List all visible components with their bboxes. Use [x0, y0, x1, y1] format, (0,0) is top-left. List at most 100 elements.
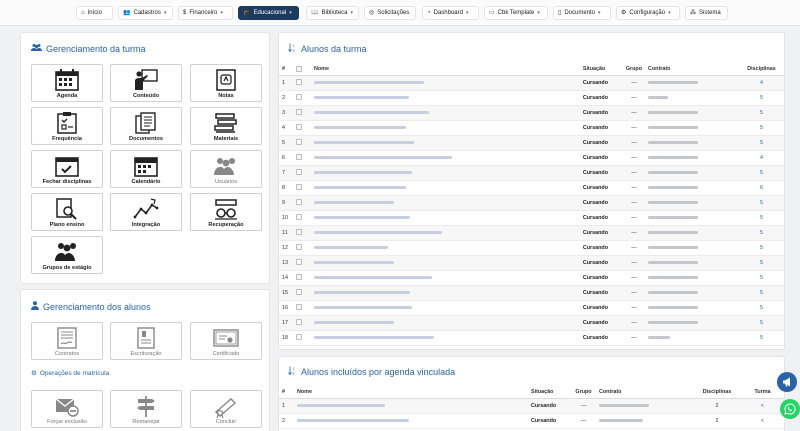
- row-checkbox[interactable]: [295, 289, 302, 296]
- table-row[interactable]: 5 Cursando — 5: [279, 135, 784, 151]
- nav-configura-o[interactable]: ⚙ Configuração ▾: [616, 6, 680, 20]
- student-name-cell[interactable]: [310, 75, 580, 91]
- student-name-cell[interactable]: [310, 270, 580, 286]
- nav-financeiro[interactable]: $ Financeiro ▾: [178, 6, 233, 20]
- table-row[interactable]: 11 Cursando — 5: [279, 225, 784, 241]
- row-checkbox[interactable]: [295, 244, 302, 251]
- tile-notas[interactable]: Notas: [190, 64, 262, 102]
- nav-documento[interactable]: ▯ Documento ▾: [553, 6, 611, 20]
- row-checkbox[interactable]: [295, 79, 302, 86]
- nav-dashboard[interactable]: ◔ Dashboard ▾: [422, 6, 479, 20]
- disciplines-link[interactable]: 5: [738, 300, 784, 316]
- nav-solicita-es[interactable]: ◎ Solicitações: [364, 6, 416, 20]
- table-row[interactable]: 18 Cursando — 5: [279, 330, 784, 346]
- student-name-cell[interactable]: [310, 225, 580, 241]
- student-name-cell[interactable]: [310, 135, 580, 151]
- tile-concluir[interactable]: Concluir: [190, 390, 262, 428]
- row-checkbox[interactable]: [295, 139, 302, 146]
- table-row[interactable]: 13 Cursando — 5: [279, 255, 784, 271]
- student-name-cell[interactable]: [310, 315, 580, 331]
- tile-plano-ensino[interactable]: Plano ensino: [31, 193, 103, 231]
- student-name-cell[interactable]: [310, 105, 580, 121]
- table-row[interactable]: 10 Cursando — 5: [279, 210, 784, 226]
- tile-agenda[interactable]: Agenda: [31, 64, 103, 102]
- student-name-cell[interactable]: [310, 285, 580, 301]
- row-checkbox[interactable]: [295, 169, 302, 176]
- row-checkbox[interactable]: [295, 124, 302, 131]
- row-checkbox[interactable]: [295, 319, 302, 326]
- student-name-cell[interactable]: [310, 330, 580, 346]
- row-checkbox[interactable]: [295, 274, 302, 281]
- nav-cadastros[interactable]: 👥 Cadastros ▾: [118, 6, 173, 20]
- table-row[interactable]: 9 Cursando — 5: [279, 195, 784, 211]
- row-checkbox[interactable]: [295, 334, 302, 341]
- disciplines-link[interactable]: 6: [738, 180, 784, 196]
- table-row[interactable]: 17 Cursando — 5: [279, 315, 784, 331]
- row-checkbox[interactable]: [295, 304, 302, 311]
- student-name-cell[interactable]: [310, 90, 580, 106]
- disciplines-link[interactable]: 5: [738, 330, 784, 346]
- disciplines-link[interactable]: 5: [738, 135, 784, 151]
- disciplines-link[interactable]: 5: [738, 90, 784, 106]
- student-name-cell[interactable]: [310, 240, 580, 256]
- whatsapp-button[interactable]: [780, 399, 800, 419]
- select-all-checkbox[interactable]: [295, 66, 302, 73]
- disciplines-link[interactable]: 5: [738, 240, 784, 256]
- table-row[interactable]: 6 Cursando — 4: [279, 150, 784, 166]
- row-checkbox[interactable]: [295, 184, 302, 191]
- student-name-cell[interactable]: [310, 255, 580, 271]
- disciplines-link[interactable]: 5: [738, 315, 784, 331]
- nav-educacional[interactable]: 🎓 Educacional ▾: [238, 6, 299, 20]
- row-checkbox[interactable]: [295, 199, 302, 206]
- disciplines-link[interactable]: 5: [738, 255, 784, 271]
- nav-in-cio[interactable]: ⌂ Início: [76, 6, 113, 20]
- row-checkbox[interactable]: [295, 259, 302, 266]
- student-name-cell[interactable]: [310, 120, 580, 136]
- disciplines-link[interactable]: 5: [738, 270, 784, 286]
- tile-grupos-de-estagio[interactable]: Grupos de estágio: [31, 236, 103, 274]
- table-row[interactable]: 3 Cursando — 5: [279, 105, 784, 121]
- student-name-cell[interactable]: [294, 398, 528, 414]
- disciplines-link[interactable]: 5: [738, 210, 784, 226]
- nav-biblioteca[interactable]: 📖 Biblioteca ▾: [306, 6, 359, 20]
- student-name-cell[interactable]: [310, 210, 580, 226]
- row-checkbox[interactable]: [295, 94, 302, 101]
- table-row[interactable]: 16 Cursando — 5: [279, 300, 784, 316]
- row-checkbox[interactable]: [295, 229, 302, 236]
- tile-documentos[interactable]: Documentos: [110, 107, 182, 145]
- disciplines-link[interactable]: 5: [738, 105, 784, 121]
- tile-frequencia[interactable]: Frequência: [31, 107, 103, 145]
- table-row[interactable]: 1 Cursando — 4: [279, 75, 784, 91]
- table-row[interactable]: 4 Cursando — 5: [279, 120, 784, 136]
- nav-sistema[interactable]: ⁂ Sistema: [685, 6, 728, 20]
- table-row[interactable]: 15 Cursando — 5: [279, 285, 784, 301]
- table-row[interactable]: 2 Cursando — 5: [279, 90, 784, 106]
- student-name-cell[interactable]: [310, 180, 580, 196]
- tile-certificado[interactable]: Certificado: [190, 322, 262, 360]
- tile-fechar-disciplinas[interactable]: Fechar disciplinas: [31, 150, 103, 188]
- row-checkbox[interactable]: [295, 154, 302, 161]
- tile-conteudo[interactable]: Conteúdo: [110, 64, 182, 102]
- tile-contratos[interactable]: Contratos: [31, 322, 103, 360]
- tile-calendario[interactable]: Calendário: [110, 150, 182, 188]
- table-row[interactable]: 2 Cursando —2 <: [279, 413, 784, 429]
- table-row[interactable]: 1 Cursando — 2 <: [279, 398, 784, 414]
- row-checkbox[interactable]: [295, 214, 302, 221]
- table-row[interactable]: 7 Cursando — 5: [279, 165, 784, 181]
- tile-materiais[interactable]: Materiais: [190, 107, 262, 145]
- row-checkbox[interactable]: [295, 109, 302, 116]
- share-icon[interactable]: <: [741, 413, 784, 429]
- nav-cbk-template[interactable]: ▭ Cbk Template ▾: [484, 6, 548, 20]
- student-name-cell[interactable]: [310, 195, 580, 211]
- disciplines-link[interactable]: 5: [738, 120, 784, 136]
- tile-usuarios[interactable]: Usuários: [190, 150, 262, 188]
- student-name-cell[interactable]: [310, 300, 580, 316]
- tile-integracao[interactable]: Integração: [110, 193, 182, 231]
- student-name-cell[interactable]: [294, 413, 528, 429]
- tile-escrituracao[interactable]: Escrituração: [110, 322, 182, 360]
- disciplines-link[interactable]: 5: [738, 195, 784, 211]
- disciplines-link[interactable]: 5: [738, 225, 784, 241]
- table-row[interactable]: 8 Cursando — 6: [279, 180, 784, 196]
- announcement-button[interactable]: [777, 372, 797, 392]
- tile-remanejar[interactable]: Remanejar: [110, 390, 182, 428]
